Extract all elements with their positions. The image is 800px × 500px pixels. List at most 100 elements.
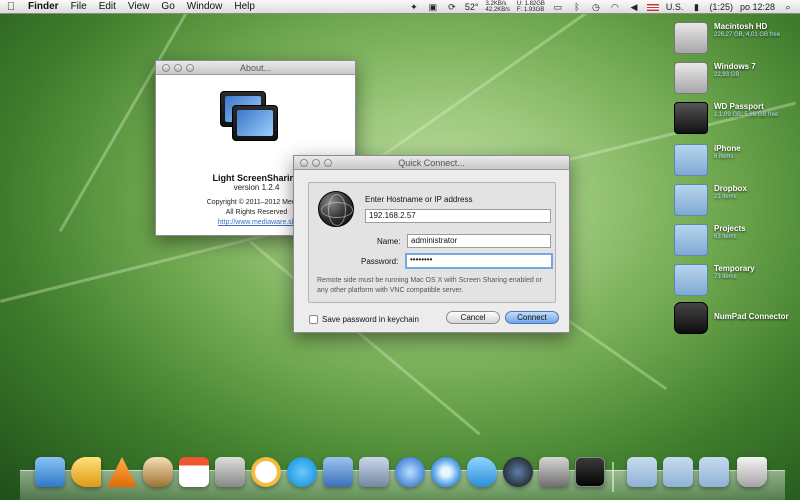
dock-safari-icon[interactable]	[431, 457, 461, 487]
flag-icon[interactable]	[646, 3, 659, 11]
save-password-checkbox[interactable]	[309, 315, 318, 324]
menu-window[interactable]: Window	[181, 1, 229, 12]
timemachine-icon[interactable]: ◷	[590, 2, 602, 12]
menu-file[interactable]: File	[65, 1, 93, 12]
host-input[interactable]: 192.168.2.57	[365, 209, 551, 223]
requirements-note: Remote side must be running Mac OS X wit…	[317, 277, 542, 294]
folder-icon	[674, 144, 708, 176]
close-button[interactable]	[162, 64, 170, 72]
desktop-item-info: 63 items	[714, 234, 737, 240]
screen-icon[interactable]: ▣	[427, 2, 439, 12]
dock-eagle-icon[interactable]	[359, 457, 389, 487]
battery-icon[interactable]: ▮	[690, 2, 702, 12]
desktop-item-temporary[interactable]: Temporary 73 items	[674, 264, 800, 304]
menu-help[interactable]: Help	[228, 1, 261, 12]
external-disk-icon	[674, 102, 708, 134]
about-titlebar[interactable]: About...	[156, 61, 355, 75]
close-button[interactable]	[300, 159, 308, 167]
desktop-item-title: WD Passport	[714, 102, 764, 111]
dock-terminal-icon[interactable]	[575, 457, 605, 487]
bluetooth-icon[interactable]: ᛒ	[571, 2, 583, 12]
desktop-item-title: Macintosh HD	[714, 22, 768, 31]
input-source-label[interactable]: U.S.	[666, 2, 684, 12]
host-label: Enter Hostname or IP address	[365, 195, 473, 204]
cancel-button[interactable]: Cancel	[446, 311, 500, 324]
desktop-item-wd-passport[interactable]: WD Passport 1,1,09 GB, 5,86 GB free	[674, 102, 800, 142]
zoom-button[interactable]	[186, 64, 194, 72]
dock-xcode-icon[interactable]	[323, 457, 353, 487]
desktop-item-title: iPhone	[714, 144, 741, 153]
wifi-icon[interactable]: ◠	[609, 2, 621, 12]
temporary-folder-icon	[674, 264, 708, 296]
dock-documents-folder-icon[interactable]	[663, 457, 693, 487]
menu-view[interactable]: View	[122, 1, 156, 12]
dock-itunes-icon[interactable]	[395, 457, 425, 487]
dock-system-preferences-icon[interactable]	[539, 457, 569, 487]
projects-folder-icon	[674, 224, 708, 256]
spotlight-icon[interactable]: ⌕	[782, 2, 794, 12]
dock-twitter-icon[interactable]	[467, 457, 497, 487]
clock[interactable]: po 12:28	[740, 2, 775, 12]
desktop-item-title: Temporary	[714, 264, 755, 273]
memory-readout[interactable]: U: 1.82GB F: 1.93GB	[517, 1, 545, 13]
connection-panel: Enter Hostname or IP address 192.168.2.5…	[308, 182, 556, 303]
dock-coffee-icon[interactable]	[143, 457, 173, 487]
quick-connect-title: Quick Connect...	[398, 158, 465, 168]
desktop-item-info: 21 items	[714, 194, 737, 200]
dock-downloads-folder-icon[interactable]	[699, 457, 729, 487]
dock-growl-icon[interactable]	[71, 457, 101, 487]
desktop-item-title: Windows 7	[714, 62, 756, 71]
desktop-item-dropbox[interactable]: Dropbox 21 items	[674, 184, 800, 224]
desktop-item-info: 73 items	[714, 274, 737, 280]
volume-icon[interactable]: ◀	[628, 2, 640, 12]
status-area: ✦ ▣ ⟳ 52° 3.2KB/s 42.2KB/s U: 1.82GB F: …	[408, 0, 794, 14]
sync-icon[interactable]: ⟳	[446, 2, 458, 12]
desktop-item-info: 6 items	[714, 154, 734, 160]
save-password-label[interactable]: Save password in keychain	[322, 315, 419, 324]
dock-preview-icon[interactable]	[215, 457, 245, 487]
network-globe-icon	[318, 191, 354, 227]
hard-disk-icon	[674, 62, 708, 94]
desktop-item-projects[interactable]: Projects 63 items	[674, 224, 800, 264]
apple-icon[interactable]: 	[0, 1, 22, 13]
quick-connect-window: Quick Connect... Enter Hostname or IP ad…	[293, 155, 570, 333]
name-input[interactable]: administrator	[407, 234, 551, 248]
dropbox-icon[interactable]: ✦	[408, 2, 420, 12]
desktop-item-info: 226,27 GB, 4,01 GB free	[714, 32, 781, 38]
desktop-item-iphone[interactable]: iPhone 6 items	[674, 144, 800, 184]
dock-adium-icon[interactable]	[251, 457, 281, 487]
display-icon[interactable]: ▭	[552, 2, 564, 12]
minimize-button[interactable]	[174, 64, 182, 72]
desktop-item-numpad-connector[interactable]: NumPad Connector	[674, 302, 800, 342]
dock-skype-icon[interactable]	[287, 457, 317, 487]
quick-connect-titlebar[interactable]: Quick Connect...	[294, 156, 569, 170]
menu-bar:  Finder File Edit View Go Window Help ✦…	[0, 0, 800, 14]
temperature-readout[interactable]: 52°	[465, 2, 479, 12]
trash-icon[interactable]	[737, 457, 767, 487]
dock-finder-icon[interactable]	[35, 457, 65, 487]
desktop-item-windows-7[interactable]: Windows 7 22,93 GB	[674, 62, 800, 102]
dock-separator	[612, 462, 614, 492]
dock-calendar-icon[interactable]	[179, 457, 209, 487]
net-down: 42.2KB/s	[485, 7, 510, 13]
minimize-button[interactable]	[312, 159, 320, 167]
desktop-item-info: 22,93 GB	[714, 72, 740, 78]
dropbox-folder-icon	[674, 184, 708, 216]
dock-applications-folder-icon[interactable]	[627, 457, 657, 487]
menu-app-finder[interactable]: Finder	[22, 1, 65, 12]
menu-edit[interactable]: Edit	[93, 1, 122, 12]
password-label: Password:	[361, 257, 399, 266]
desktop-item-macintosh-hd[interactable]: Macintosh HD 226,27 GB, 4,01 GB free	[674, 22, 800, 62]
desktop-item-info: 1,1,09 GB, 5,86 GB free	[714, 112, 779, 118]
connect-button[interactable]: Connect	[505, 311, 559, 324]
name-label: Name:	[377, 237, 401, 246]
zoom-button[interactable]	[324, 159, 332, 167]
desktop-item-title: Dropbox	[714, 184, 747, 193]
numpad-app-icon	[674, 302, 708, 334]
dock-camera-icon[interactable]	[503, 457, 533, 487]
password-input[interactable]: ••••••••	[405, 253, 553, 269]
network-readout[interactable]: 3.2KB/s 42.2KB/s	[486, 1, 510, 13]
battery-readout[interactable]: (1:25)	[709, 2, 733, 12]
hard-disk-icon	[674, 22, 708, 54]
menu-go[interactable]: Go	[155, 1, 180, 12]
